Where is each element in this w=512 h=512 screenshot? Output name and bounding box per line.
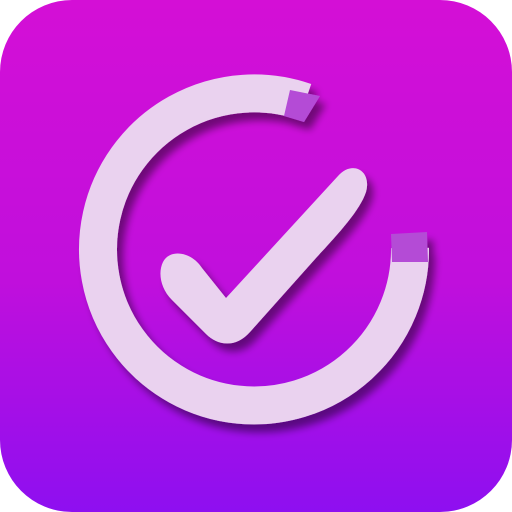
app-icon-artwork [0, 0, 512, 512]
ring-tip-right [391, 232, 428, 262]
screen [0, 0, 512, 512]
app-icon[interactable] [0, 0, 512, 512]
